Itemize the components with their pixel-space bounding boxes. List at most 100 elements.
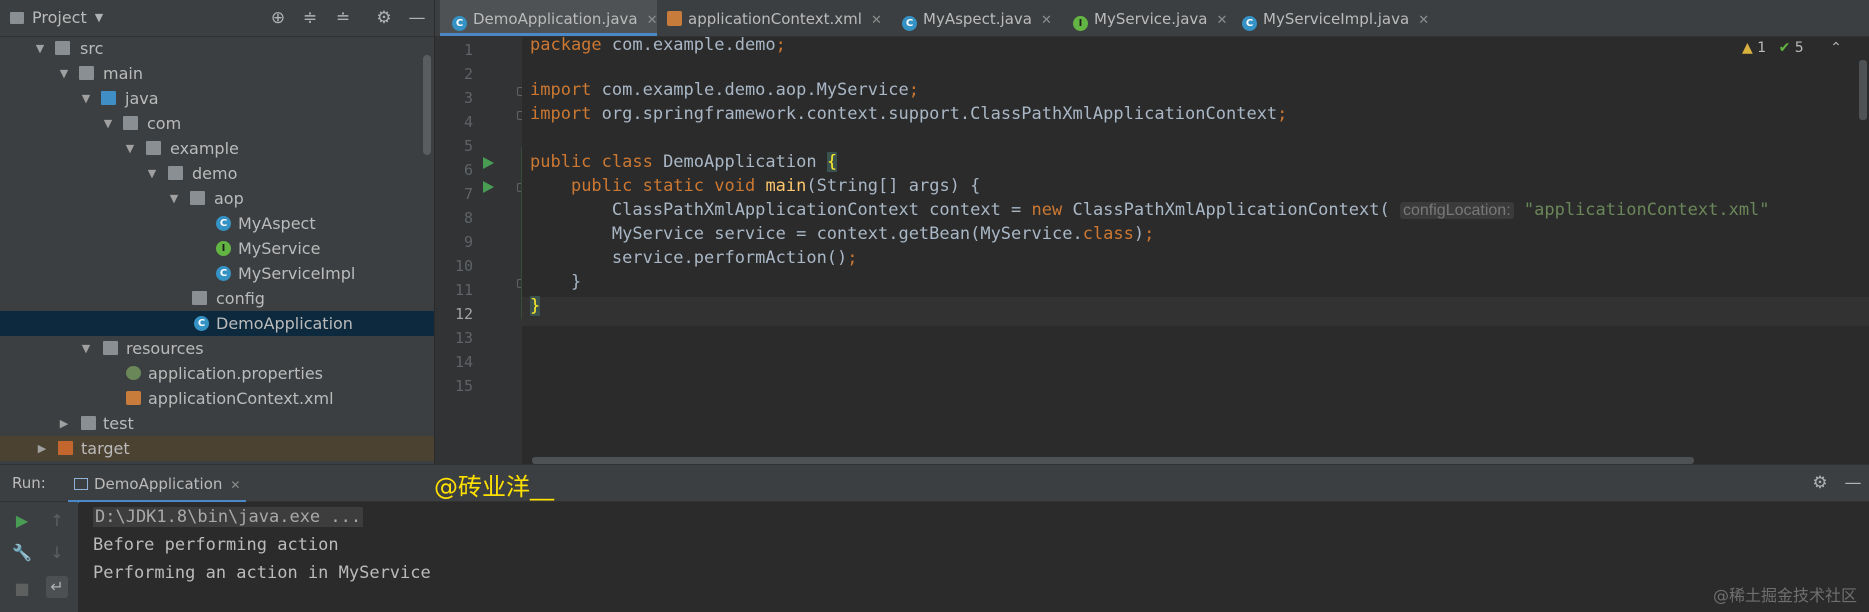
tab-myservice-java[interactable]: I MyService.java ✕	[1073, 0, 1227, 36]
close-icon[interactable]: ✕	[230, 478, 240, 492]
package-icon	[123, 116, 138, 130]
editor-vertical-scrollbar[interactable]	[1859, 60, 1867, 120]
tree-item-applicationcontext-xml[interactable]: applicationContext.xml	[0, 386, 434, 411]
gear-icon[interactable]: ⚙	[1810, 473, 1830, 493]
folder-icon	[55, 41, 70, 55]
project-header: Project ▼ ⊕ ≑ ≐ ⚙ —	[0, 0, 434, 37]
warning-icon: ▲	[1742, 40, 1753, 56]
editor-gutter[interactable]: 1 2 3 4 5 6 7 8 9 10 11 12 13 14 15	[435, 37, 526, 464]
chevron-right-icon[interactable]: ▶	[57, 411, 71, 436]
line-number: 4	[463, 113, 473, 131]
expand-all-icon[interactable]: ≑	[300, 8, 320, 28]
project-scrollbar[interactable]	[423, 55, 431, 155]
tree-item-com[interactable]: ▼ com	[0, 111, 434, 136]
class-icon: C	[216, 216, 231, 231]
rerun-icon[interactable]: ▶	[11, 510, 33, 532]
class-icon: C	[452, 16, 467, 31]
editor-horizontal-scrollbar[interactable]	[532, 457, 1694, 464]
console-command-line: D:\JDK1.8\bin\java.exe ...	[93, 507, 364, 527]
excluded-folder-icon	[58, 441, 73, 455]
code-line-12: }	[530, 296, 541, 316]
tree-item-demo[interactable]: ▼ demo	[0, 161, 434, 186]
line-number: 7	[463, 185, 473, 203]
class-icon: C	[1242, 16, 1257, 31]
tree-item-label: test	[103, 414, 134, 433]
close-icon[interactable]: ✕	[871, 13, 882, 28]
close-icon[interactable]: ✕	[1418, 13, 1429, 28]
line-number: 8	[463, 209, 473, 227]
chevron-down-icon[interactable]: ▼	[33, 36, 47, 61]
close-icon[interactable]: ✕	[647, 13, 658, 28]
tab-label: MyAspect.java	[923, 10, 1032, 28]
close-icon[interactable]: ✕	[1216, 13, 1227, 28]
tree-item-java[interactable]: ▼ java	[0, 86, 434, 111]
project-view-selector[interactable]: Project ▼	[10, 8, 103, 27]
chevron-down-icon[interactable]: ▼	[167, 186, 181, 211]
tree-item-myserviceimpl[interactable]: C MyServiceImpl	[0, 261, 434, 286]
wrench-icon[interactable]: 🔧	[11, 542, 33, 564]
chevron-right-icon[interactable]: ▶	[35, 436, 49, 461]
run-gutter-icon[interactable]	[483, 181, 494, 193]
chevron-down-icon[interactable]: ▼	[57, 61, 71, 86]
line-number: 5	[463, 137, 473, 155]
package-icon	[168, 166, 183, 180]
run-tab-demoapplication[interactable]: DemoApplication ✕	[68, 465, 247, 503]
parameter-hint: configLocation:	[1400, 202, 1514, 219]
tab-demoapplication-java[interactable]: C DemoApplication.java ✕	[440, 0, 657, 36]
line-number: 1	[463, 41, 473, 59]
chevron-down-icon[interactable]: ▼	[79, 336, 93, 361]
line-number: 10	[454, 257, 473, 275]
tree-item-target[interactable]: ▶ target	[0, 436, 434, 461]
stop-icon[interactable]: ■	[11, 578, 33, 600]
chevron-up-icon[interactable]: ⌃	[1830, 40, 1842, 56]
inspection-widget[interactable]: ▲ 1 ✔ 5 ⌃	[1742, 40, 1842, 56]
locate-icon[interactable]: ⊕	[268, 8, 288, 28]
warning-count: 1	[1757, 40, 1767, 56]
author-watermark: @砖业洋__	[434, 473, 554, 501]
tab-myserviceimpl-java[interactable]: C MyServiceImpl.java ✕	[1242, 0, 1429, 36]
line-number-current: 12	[454, 305, 473, 323]
arrow-up-icon[interactable]: ↑	[46, 510, 68, 532]
close-icon[interactable]: ✕	[1041, 13, 1052, 28]
run-console[interactable]: D:\JDK1.8\bin\java.exe ... Before perfor…	[79, 502, 1869, 612]
project-panel: Project ▼ ⊕ ≑ ≐ ⚙ — ▼ src ▼ main ▼ java …	[0, 0, 435, 464]
console-output-line: Performing an action in MyService	[93, 563, 431, 583]
code-editor[interactable]: package com.example.demo; import com.exa…	[522, 37, 1869, 464]
editor-tabbar: C DemoApplication.java ✕ applicationContex…	[435, 0, 1869, 37]
tree-item-main[interactable]: ▼ main	[0, 61, 434, 86]
tree-item-label: config	[216, 289, 265, 308]
tree-item-demoapplication[interactable]: C DemoApplication	[0, 311, 434, 336]
chevron-down-icon[interactable]: ▼	[101, 111, 115, 136]
tab-label: MyServiceImpl.java	[1263, 10, 1410, 28]
line-number: 15	[454, 377, 473, 395]
chevron-down-icon[interactable]: ▼	[123, 136, 137, 161]
tree-item-example[interactable]: ▼ example	[0, 136, 434, 161]
tab-myaspect-java[interactable]: C MyAspect.java ✕	[902, 0, 1052, 36]
tree-item-application-properties[interactable]: application.properties	[0, 361, 434, 386]
soft-wrap-icon[interactable]: ↵	[46, 576, 68, 598]
code-line-9: MyService service = context.getBean(MySe…	[530, 224, 1155, 244]
code-line-6: public class DemoApplication {	[530, 152, 838, 172]
interface-icon: I	[1073, 16, 1088, 31]
minimize-icon[interactable]: —	[1843, 473, 1863, 493]
tree-item-label: demo	[192, 164, 238, 183]
tree-item-test[interactable]: ▶ test	[0, 411, 434, 436]
arrow-down-icon[interactable]: ↓	[46, 542, 68, 564]
tree-item-config[interactable]: config	[0, 286, 434, 311]
tree-item-myaspect[interactable]: C MyAspect	[0, 211, 434, 236]
package-icon	[192, 291, 207, 305]
tree-item-myservice[interactable]: I MyService	[0, 236, 434, 261]
collapse-all-icon[interactable]: ≐	[333, 8, 353, 28]
minimize-icon[interactable]: —	[407, 8, 427, 28]
tab-applicationcontext-xml[interactable]: applicationContext.xml ✕	[667, 0, 882, 36]
code-line-3: import com.example.demo.aop.MyService;	[530, 80, 919, 100]
gear-icon[interactable]: ⚙	[374, 8, 394, 28]
chevron-down-icon[interactable]: ▼	[79, 86, 93, 111]
chevron-down-icon[interactable]: ▼	[145, 161, 159, 186]
tree-item-src[interactable]: ▼ src	[0, 36, 434, 61]
tree-item-resources[interactable]: ▼ resources	[0, 336, 434, 361]
tree-item-aop[interactable]: ▼ aop	[0, 186, 434, 211]
run-gutter-icon[interactable]	[483, 157, 494, 169]
tree-item-label: aop	[214, 189, 244, 208]
line-number: 9	[463, 233, 473, 251]
